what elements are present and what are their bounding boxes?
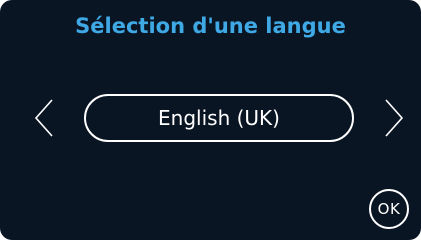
previous-language-button[interactable] bbox=[30, 96, 60, 140]
ok-button[interactable]: OK bbox=[369, 189, 409, 229]
chevron-left-icon bbox=[34, 99, 53, 137]
ok-label: OK bbox=[377, 200, 401, 218]
language-selection-screen: Sélection d'une langue English (UK) OK bbox=[0, 0, 421, 240]
chevron-right-icon bbox=[385, 99, 404, 137]
language-selector[interactable]: English (UK) bbox=[84, 94, 354, 142]
selected-language-label: English (UK) bbox=[158, 106, 280, 130]
page-title: Sélection d'une langue bbox=[75, 14, 346, 38]
next-language-button[interactable] bbox=[378, 96, 408, 140]
